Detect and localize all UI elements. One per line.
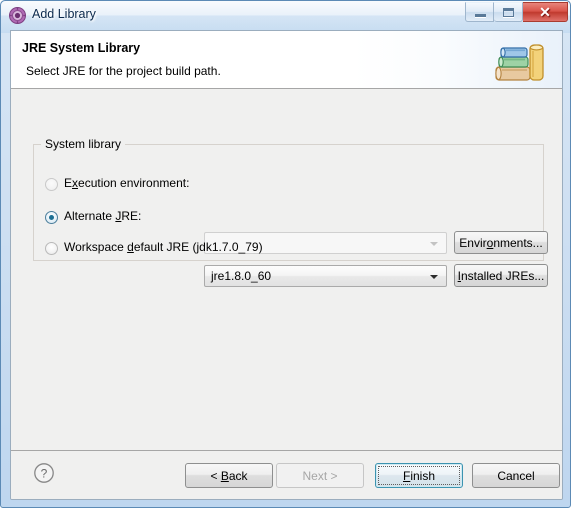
chevron-down-icon[interactable] bbox=[430, 275, 438, 279]
alternate-jre-row[interactable]: Alternate JRE: bbox=[45, 207, 165, 229]
minimize-icon bbox=[475, 14, 486, 17]
environments-button[interactable]: Environments... bbox=[454, 231, 548, 254]
svg-text:?: ? bbox=[41, 466, 48, 480]
execution-environment-radio[interactable] bbox=[45, 178, 58, 191]
alternate-jre-combo[interactable]: jre1.8.0_60 bbox=[204, 265, 447, 287]
books-stack-icon bbox=[495, 44, 544, 81]
footer-bar: ? < Back Next > Finish Cancel bbox=[11, 451, 562, 499]
wizard-banner: JRE System Library Select JRE for the pr… bbox=[11, 31, 562, 89]
minimize-button[interactable] bbox=[465, 2, 494, 22]
back-button[interactable]: < Back bbox=[185, 463, 273, 488]
execution-environment-row[interactable]: Execution environment: bbox=[45, 174, 215, 196]
title-bar[interactable]: Add Library ✕ bbox=[1, 1, 571, 31]
workspace-default-jre-radio[interactable] bbox=[45, 242, 58, 255]
alternate-jre-combo-value: jre1.8.0_60 bbox=[211, 269, 272, 283]
close-icon: ✕ bbox=[539, 4, 551, 20]
window-controls: ✕ bbox=[465, 2, 568, 23]
finish-button-label: Finish bbox=[402, 468, 436, 483]
page-subtitle: Select JRE for the project build path. bbox=[26, 64, 221, 78]
close-button[interactable]: ✕ bbox=[523, 2, 568, 22]
installed-jres-button[interactable]: Installed JREs... bbox=[454, 264, 548, 287]
alternate-jre-label: Alternate JRE: bbox=[64, 209, 142, 223]
help-question-icon[interactable]: ? bbox=[33, 462, 55, 484]
dialog-client-area: JRE System Library Select JRE for the pr… bbox=[10, 30, 563, 500]
next-button: Next > bbox=[276, 463, 364, 488]
cancel-button[interactable]: Cancel bbox=[472, 463, 560, 488]
maximize-button[interactable] bbox=[494, 2, 523, 22]
chevron-down-icon bbox=[430, 242, 438, 246]
cancel-button-label: Cancel bbox=[497, 468, 535, 483]
eclipse-library-icon bbox=[9, 7, 26, 24]
dialog-body: System library Execution environment: En… bbox=[11, 90, 562, 450]
environments-button-label: Environments... bbox=[459, 235, 543, 250]
maximize-icon bbox=[503, 8, 514, 17]
next-button-label: Next > bbox=[302, 468, 338, 483]
finish-button[interactable]: Finish bbox=[375, 463, 463, 488]
alternate-jre-radio[interactable] bbox=[45, 211, 58, 224]
back-button-label: < Back bbox=[210, 468, 248, 483]
installed-jres-button-label: Installed JREs... bbox=[457, 268, 545, 283]
workspace-default-jre-row[interactable]: Workspace default JRE (jdk1.7.0_79) bbox=[45, 238, 275, 260]
window-title: Add Library bbox=[32, 7, 96, 21]
system-library-legend: System library bbox=[41, 137, 126, 151]
execution-environment-label: Execution environment: bbox=[64, 176, 190, 190]
dialog-window: Add Library ✕ JRE System Library Select … bbox=[0, 0, 571, 508]
page-title: JRE System Library bbox=[22, 41, 141, 55]
workspace-default-jre-label: Workspace default JRE (jdk1.7.0_79) bbox=[64, 240, 263, 254]
